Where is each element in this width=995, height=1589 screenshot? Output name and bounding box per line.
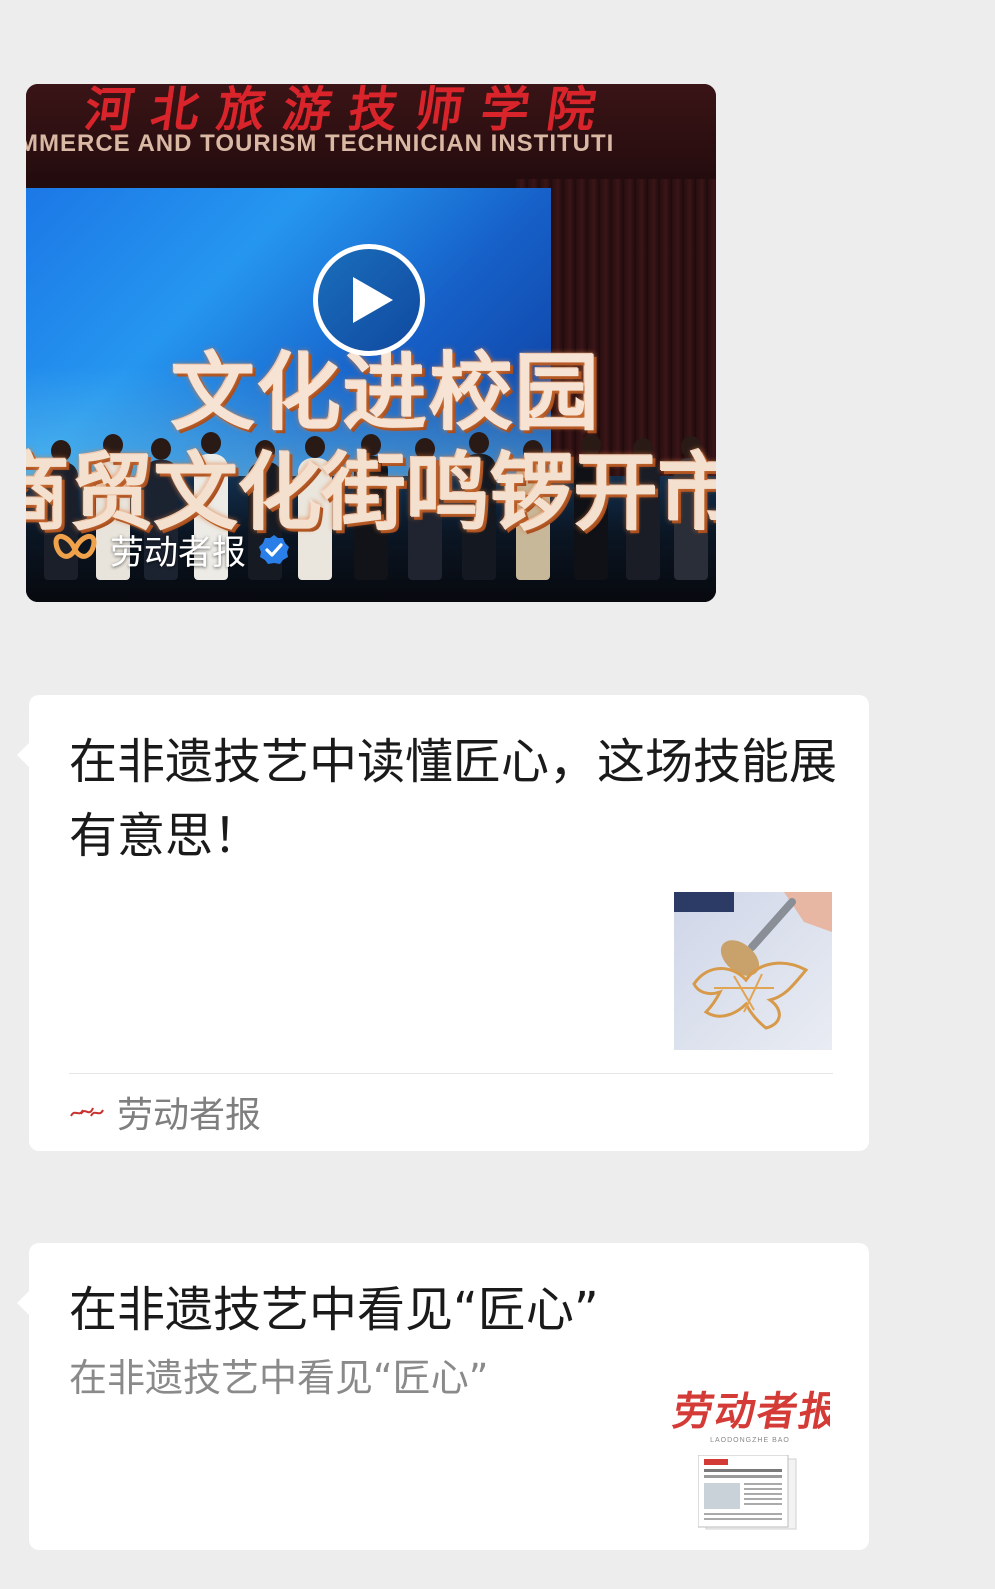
bubble-tail <box>17 743 29 767</box>
video-source-name: 劳动者报 <box>110 533 246 573</box>
verified-badge-icon <box>259 534 289 564</box>
video-card[interactable]: 河北旅游技师学院 MMERCE AND TOURISM TECHNICIAN I… <box>26 84 716 602</box>
article-source[interactable]: 劳动者报 <box>69 1087 261 1137</box>
butterfly-logo-icon <box>53 533 97 559</box>
play-icon <box>353 277 393 323</box>
divider <box>69 1073 833 1074</box>
article-title: 在非遗技艺中读懂匠心，这场技能展有意思！ <box>69 734 838 864</box>
bubble-tail <box>17 1291 29 1315</box>
article-description: 在非遗技艺中看见“匠心” <box>69 1356 489 1400</box>
article-thumbnail <box>674 892 832 1050</box>
article-source-name: 劳动者报 <box>117 1095 262 1136</box>
article-card-1[interactable]: 在非遗技艺中读懂匠心，这场技能展有意思！ 劳动者报 <box>17 695 869 1151</box>
newspaper-masthead: 劳动者报 <box>670 1388 830 1435</box>
article-card-2[interactable]: 在非遗技艺中看见“匠心” 在非遗技艺中看见“匠心” 劳动者报 LAODONGZH… <box>17 1243 869 1550</box>
newspaper-logo-icon <box>70 1107 104 1117</box>
video-banner-english: MMERCE AND TOURISM TECHNICIAN INSTITUTI <box>26 130 615 157</box>
newspaper-masthead-pinyin: LAODONGZHE BAO <box>710 1437 790 1444</box>
video-source[interactable]: 劳动者报 <box>52 525 290 574</box>
article-thumbnail: 劳动者报 LAODONGZHE BAO <box>670 1373 830 1533</box>
newspaper-page-icon <box>698 1455 797 1530</box>
article-title: 在非遗技艺中看见“匠心” <box>69 1282 599 1338</box>
play-button[interactable] <box>313 244 425 356</box>
